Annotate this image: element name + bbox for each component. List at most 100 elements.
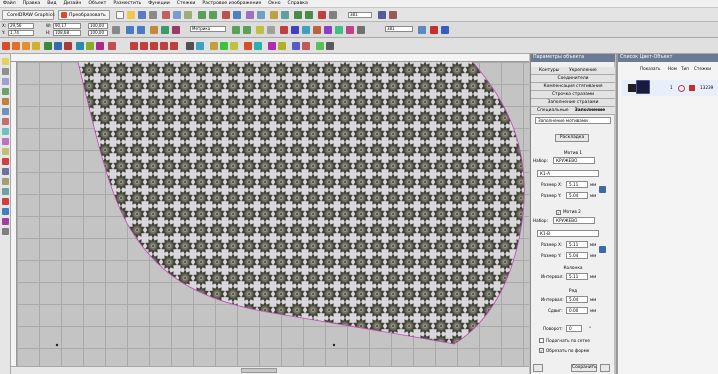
weld-icon[interactable]	[302, 26, 310, 34]
show-objects-icon[interactable]	[316, 42, 324, 50]
simplify-icon[interactable]	[335, 26, 343, 34]
print-icon[interactable]	[149, 11, 157, 19]
copy-icon[interactable]	[173, 11, 181, 19]
reshape-icon[interactable]	[140, 42, 148, 50]
color-object-row[interactable]: 1 13239	[622, 80, 718, 96]
ellipse-tool-icon[interactable]	[2, 138, 9, 145]
tie-in-icon[interactable]	[278, 42, 286, 50]
horizontal-scrollbar[interactable]	[11, 366, 529, 374]
menu-item[interactable]: Окно	[268, 1, 280, 6]
branching-icon[interactable]	[150, 42, 158, 50]
fill-stitch-icon[interactable]	[22, 42, 30, 50]
trim-icon[interactable]	[313, 26, 321, 34]
stitch-icon[interactable]	[318, 11, 326, 19]
tab-line-rhinestones[interactable]: Строчка стразами	[531, 91, 615, 99]
menu-item[interactable]: Функции	[148, 1, 170, 6]
open-folder-icon[interactable]	[127, 11, 135, 19]
highlight-icon[interactable]	[230, 42, 238, 50]
cut-icon[interactable]	[162, 11, 170, 19]
align-icon[interactable]	[150, 26, 158, 34]
rectangle-tool-icon[interactable]	[2, 128, 9, 135]
mirror-vertical-icon[interactable]	[137, 26, 145, 34]
smart-fill-icon[interactable]	[2, 108, 9, 115]
3d-view-icon[interactable]	[418, 26, 426, 34]
undo-icon[interactable]	[198, 11, 206, 19]
menu-item[interactable]: Стежки	[177, 1, 196, 6]
motif2-select[interactable]: К1-В	[537, 230, 599, 237]
zoom-tool-icon[interactable]	[2, 88, 9, 95]
motif1-select[interactable]: К1-А	[537, 170, 599, 177]
polygon-tool-icon[interactable]	[2, 148, 9, 155]
apply-icon-button[interactable]	[533, 364, 543, 372]
trim-shape-checkbox[interactable]: ✓	[539, 348, 544, 353]
hoop-icon[interactable]	[329, 11, 337, 19]
tab-fill[interactable]: Заполнение	[575, 107, 605, 114]
tab-fill-rhinestones[interactable]: Заполнение стразами	[531, 99, 615, 107]
scroll-thumb[interactable]	[241, 368, 277, 373]
app-launcher-icon[interactable]	[246, 11, 254, 19]
grid-icon[interactable]	[196, 42, 204, 50]
fit-icon[interactable]	[378, 11, 386, 19]
tab-compensation[interactable]: Компенсация стягивания	[531, 83, 615, 91]
mesh-fill-icon[interactable]	[2, 218, 9, 225]
corel-graphics-button[interactable]: CorelDRAW Graphics	[2, 10, 55, 20]
export-icon[interactable]	[233, 11, 241, 19]
intersect-icon[interactable]	[324, 26, 332, 34]
stitch-angle-icon[interactable]	[130, 42, 138, 50]
fill-type-select[interactable]: Заполнение мотивами	[535, 117, 611, 124]
motif2-size-x[interactable]: 5.11	[566, 241, 588, 248]
view-icon[interactable]	[281, 11, 289, 19]
units-select[interactable]: Метрика	[190, 26, 226, 32]
text-tool-icon[interactable]	[2, 168, 9, 175]
motif1-size-x[interactable]: 5.11	[566, 181, 588, 188]
combine-icon[interactable]	[280, 26, 288, 34]
snap-icon[interactable]	[389, 11, 397, 19]
convert-button[interactable]: Преобразовать	[58, 10, 110, 20]
help-icon-button[interactable]	[600, 364, 610, 372]
width-field[interactable]: 90,17	[53, 23, 81, 29]
rotation-input[interactable]: 0	[566, 325, 582, 332]
menu-item[interactable]: Вид	[47, 1, 56, 6]
break-apart-icon[interactable]	[291, 26, 299, 34]
interactive-fill-icon[interactable]	[2, 208, 9, 215]
trim-thread-icon[interactable]	[170, 42, 178, 50]
outline-pen-icon[interactable]	[2, 228, 9, 235]
row-interval-input[interactable]: 5.04	[566, 296, 588, 303]
ungroup-icon[interactable]	[172, 26, 180, 34]
tab-connectors[interactable]: Соединители	[531, 75, 615, 83]
mirror-horizontal-icon[interactable]	[126, 26, 134, 34]
scale-x-field[interactable]: 100,00	[88, 23, 108, 29]
tab-strengthen[interactable]: Укрепление	[569, 67, 597, 74]
shape-tool-icon[interactable]	[2, 68, 9, 75]
save-icon[interactable]	[138, 11, 146, 19]
column-interval-input[interactable]: 5.11	[566, 273, 588, 280]
crop-tool-icon[interactable]	[2, 78, 9, 85]
new-file-icon[interactable]	[116, 11, 124, 19]
eyedropper-icon[interactable]	[2, 198, 9, 205]
design-canvas[interactable]	[17, 62, 529, 366]
row-shift-input[interactable]: 0.00	[566, 307, 588, 314]
cross-stitch-icon[interactable]	[54, 42, 62, 50]
photo-stitch-icon[interactable]	[96, 42, 104, 50]
front-minus-back-icon[interactable]	[346, 26, 354, 34]
options-icon[interactable]	[270, 11, 278, 19]
menu-item[interactable]: Файл	[3, 1, 16, 6]
group-icon[interactable]	[161, 26, 169, 34]
run-stitch-icon[interactable]	[2, 42, 10, 50]
lock-ratio-icon[interactable]	[112, 26, 120, 34]
select-tool-icon[interactable]	[2, 58, 9, 65]
motif2-size-y[interactable]: 5.04	[566, 252, 588, 259]
rotate-right-icon[interactable]	[243, 26, 251, 34]
outline-icon[interactable]	[256, 26, 264, 34]
lock-proportions-icon-2[interactable]	[599, 246, 606, 253]
lock-proportions-icon[interactable]	[599, 186, 606, 193]
color-palette-icon[interactable]	[210, 42, 218, 50]
menu-item[interactable]: Объект	[88, 1, 106, 6]
redo-icon[interactable]	[209, 11, 217, 19]
stitch-player-icon[interactable]	[430, 26, 438, 34]
motif1-size-y[interactable]: 5.04	[566, 192, 588, 199]
satin-stitch-icon[interactable]	[12, 42, 20, 50]
back-minus-front-icon[interactable]	[357, 26, 365, 34]
zoom-level-field[interactable]: 381	[348, 12, 372, 18]
pull-comp-icon[interactable]	[268, 42, 276, 50]
